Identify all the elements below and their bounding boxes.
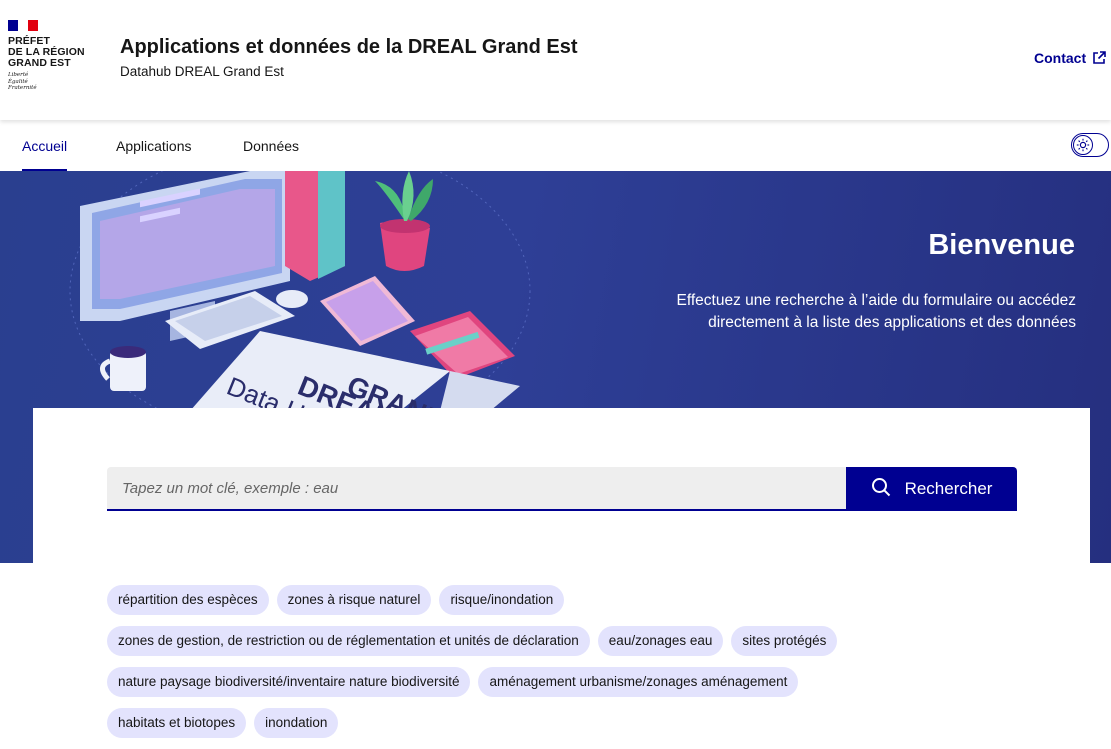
search-button-label: Rechercher (904, 479, 993, 498)
french-flag-icon (8, 20, 38, 31)
nav-item-applications[interactable]: Applications (116, 120, 192, 171)
tag[interactable]: zones à risque naturel (276, 585, 432, 615)
site-header: PRÉFET DE LA RÉGION GRAND EST Liberté Ég… (0, 0, 1111, 120)
tag[interactable]: zones de gestion, de restriction ou de r… (107, 626, 590, 656)
tag[interactable]: eau/zonages eau (597, 626, 724, 656)
nav-item-label: Applications (116, 137, 192, 154)
tag[interactable]: aménagement urbanisme/zonages aménagemen… (478, 667, 799, 697)
site-title[interactable]: Applications et données de la DREAL Gran… (120, 36, 578, 59)
tag-row: habitats et biotopes inondation (107, 708, 1007, 738)
contact-link[interactable]: Contact (1034, 50, 1106, 66)
external-link-icon (1092, 51, 1106, 65)
theme-toggle[interactable] (1071, 133, 1109, 157)
search-card: Rechercher (33, 408, 1090, 563)
republic-motto: Liberté Égalité Fraternité (8, 72, 103, 92)
search-button[interactable]: Rechercher (846, 467, 1017, 511)
search-icon (871, 477, 891, 502)
hero-title: Bienvenue (928, 229, 1075, 261)
sun-icon (1073, 135, 1093, 155)
tag-row: zones de gestion, de restriction ou de r… (107, 626, 1007, 656)
keyword-tags: répartition des espèces zones à risque n… (107, 585, 1007, 749)
motto-line-3: Fraternité (8, 85, 37, 91)
search-field[interactable] (107, 467, 846, 511)
site-tagline: Datahub DREAL Grand Est (120, 64, 284, 79)
prefet-logo[interactable]: PRÉFET DE LA RÉGION GRAND EST Liberté Ég… (8, 20, 103, 100)
tag[interactable]: nature paysage biodiversité/inventaire n… (107, 667, 471, 697)
logo-text: PRÉFET DE LA RÉGION GRAND EST (8, 36, 103, 69)
contact-label: Contact (1034, 50, 1087, 66)
nav-item-label: Accueil (22, 137, 68, 154)
search-input[interactable] (122, 479, 846, 497)
logo-line-3: GRAND EST (8, 57, 71, 69)
nav-item-accueil[interactable]: Accueil (22, 120, 68, 171)
desk-illustration: Data Hub DREAL GRAND EST (69, 171, 531, 411)
main-navigation: Accueil Applications Données (0, 120, 1111, 171)
tag[interactable]: risque/inondation (439, 585, 565, 615)
nav-item-donnees[interactable]: Données (243, 120, 299, 171)
nav-item-label: Données (243, 137, 300, 154)
tag[interactable]: sites protégés (731, 626, 838, 656)
tag-row: répartition des espèces zones à risque n… (107, 585, 1007, 615)
tag[interactable]: inondation (254, 708, 339, 738)
tag-row: nature paysage biodiversité/inventaire n… (107, 667, 1007, 697)
tag[interactable]: habitats et biotopes (107, 708, 247, 738)
hero-description: Effectuez une recherche à l’aide du form… (676, 292, 1076, 331)
tag[interactable]: répartition des espèces (107, 585, 269, 615)
